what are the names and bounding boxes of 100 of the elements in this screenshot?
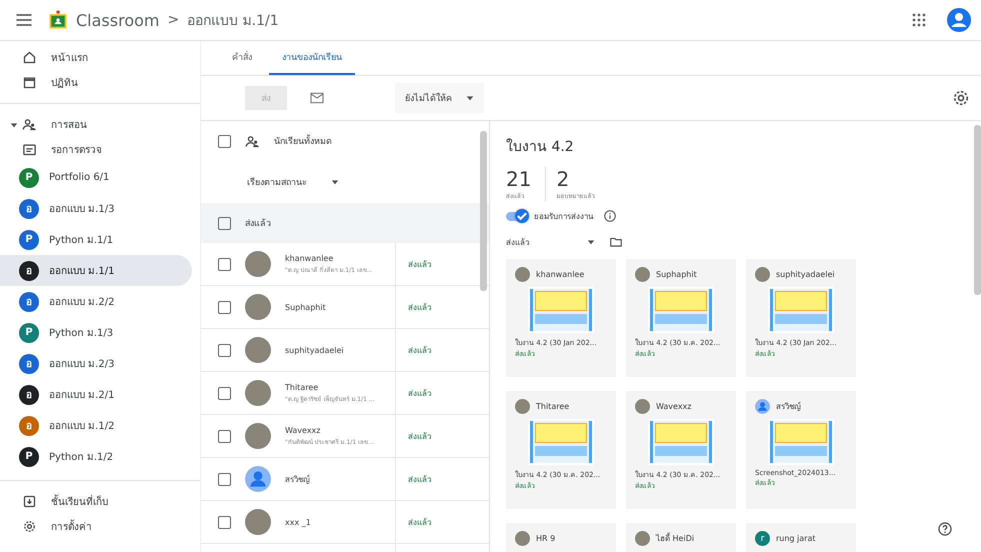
profile-avatar-icon[interactable] <box>947 8 971 32</box>
letter-avatar: r <box>755 531 770 546</box>
info-icon[interactable] <box>603 209 617 223</box>
avatar-photo-placeholder <box>245 294 271 320</box>
student-name: Thitaree <box>536 402 570 411</box>
class-avatar: อ <box>19 260 39 280</box>
grade-dropdown[interactable]: ยังไม่ได้ให้ค <box>395 83 484 113</box>
status-label: ส่งแล้ว <box>408 474 431 486</box>
worksheet-thumbnail <box>768 287 834 333</box>
status-label: ส่งแล้ว <box>408 344 431 356</box>
sidebar-item[interactable]: ปฏิทิน <box>0 70 192 95</box>
student-name: rung jarat <box>776 534 816 543</box>
class-item[interactable]: P Python ม.1/1 <box>0 224 192 255</box>
student-name[interactable]: suphityadaelei <box>285 346 344 354</box>
avatar-photo-placeholder <box>245 380 271 406</box>
checkbox[interactable] <box>218 258 231 270</box>
avatar-photo-placeholder <box>635 531 650 546</box>
avatar-photo-placeholder <box>515 399 530 414</box>
checkbox[interactable] <box>218 134 231 148</box>
class-avatar: อ <box>19 384 39 404</box>
checkbox[interactable] <box>218 300 231 314</box>
sidebar-item[interactable]: ชั้นเรียนที่เก็บ <box>0 489 192 514</box>
worksheet-thumbnail <box>528 419 594 465</box>
avatar-icon <box>245 466 271 492</box>
submission-card[interactable]: ไฮดี้ HeiDi <box>626 523 736 552</box>
worksheet-thumbnail <box>528 287 594 333</box>
avatar-photo-placeholder <box>515 531 530 546</box>
checkbox[interactable] <box>218 516 231 528</box>
student-name[interactable]: xxx _1 <box>285 518 311 526</box>
submission-card[interactable]: r rung jarat <box>746 523 856 552</box>
class-item[interactable]: อ ออกแบบ ม.2/2 <box>0 286 192 317</box>
class-item[interactable]: P Portfolio 6/1 <box>0 162 192 193</box>
checkbox[interactable] <box>218 472 231 486</box>
stat-value: 2 <box>556 167 570 191</box>
student-name[interactable]: Wavexxz <box>285 426 374 434</box>
class-item[interactable]: อ ออกแบบ ม.2/1 <box>0 379 192 410</box>
avatar-photo-placeholder <box>635 267 650 282</box>
stat-value: 21 <box>506 167 532 191</box>
app-name[interactable]: Classroom <box>76 10 160 30</box>
teaching-section[interactable]: การสอน <box>0 112 192 137</box>
class-item[interactable]: อ ออกแบบ ม.1/1 <box>0 255 192 286</box>
class-avatar: P <box>19 446 39 466</box>
avatar-photo-placeholder <box>515 267 530 282</box>
class-item[interactable]: อ ออกแบบ ม.2/3 <box>0 348 192 379</box>
archive-icon <box>22 494 37 509</box>
worksheet-thumbnail <box>648 287 714 333</box>
student-name: Suphaphit <box>656 270 697 279</box>
student-name: ไฮดี้ HeiDi <box>656 532 694 545</box>
status-label: ส่งแล้ว <box>408 302 431 314</box>
class-avatar: P <box>19 322 39 342</box>
avatar-photo-placeholder <box>245 337 271 363</box>
scrollbar[interactable] <box>974 125 981 295</box>
avatar-photo-placeholder <box>245 509 271 535</box>
status-label: ส่งแล้ว <box>408 430 431 442</box>
student-name[interactable]: Suphaphit <box>285 302 326 312</box>
sidebar-item[interactable]: รอการตรวจ <box>0 137 192 162</box>
checkbox[interactable] <box>218 344 231 356</box>
sidebar-item[interactable]: การตั้งค่า <box>0 514 192 539</box>
sidebar-item[interactable]: หน้าแรก <box>0 45 192 70</box>
student-name: suphityadaelei <box>776 270 835 279</box>
status-label: ส่งแล้ว <box>408 388 431 400</box>
all-students-label: นักเรียนทั้งหมด <box>274 134 332 148</box>
class-name[interactable]: ออกแบบ ม.1/1 <box>187 9 279 31</box>
calendar-icon <box>22 75 37 90</box>
people-icon <box>22 117 37 132</box>
filter-dropdown[interactable]: ส่งแล้ว <box>506 236 595 248</box>
people-icon <box>245 134 260 148</box>
submission-card[interactable]: HR 9 <box>506 523 616 552</box>
tab[interactable]: งานของนักเรียน <box>269 41 355 75</box>
help-icon[interactable] <box>937 521 953 537</box>
class-item[interactable]: P Python ม.1/2 <box>0 441 192 472</box>
status-label: ส่งแล้ว <box>408 258 431 270</box>
status-label: ส่งแล้ว <box>408 516 431 528</box>
dropdown-arrow-icon <box>331 178 339 186</box>
class-item[interactable]: อ ออกแบบ ม.1/3 <box>0 193 192 224</box>
checkbox[interactable] <box>218 430 231 442</box>
class-item[interactable]: P Python ม.1/3 <box>0 317 192 348</box>
student-name[interactable]: สรวิชญ์ <box>285 472 310 486</box>
email-icon[interactable] <box>309 90 325 106</box>
class-item[interactable]: อ ออกแบบ ม.1/2 <box>0 410 192 441</box>
student-name: Wavexxz <box>656 402 692 411</box>
sort-dropdown[interactable]: เรียงตามสถานะ <box>247 175 339 189</box>
student-name: สรวิชญ์ <box>776 400 801 413</box>
assignment-title: ใบงาน 4.2 <box>506 138 575 157</box>
toggle-switch[interactable] <box>506 212 528 220</box>
scrollbar[interactable] <box>480 131 487 291</box>
class-avatar: P <box>19 230 39 250</box>
checkbox[interactable] <box>218 216 231 230</box>
settings-icon[interactable] <box>951 88 971 108</box>
tab[interactable]: คำสั่ง <box>219 41 265 75</box>
caret-icon[interactable] <box>10 120 18 128</box>
avatar-photo-placeholder <box>635 399 650 414</box>
settings-icon <box>22 519 37 534</box>
classroom-logo-icon <box>48 9 68 31</box>
class-avatar: อ <box>19 416 39 436</box>
student-name[interactable]: Thitaree <box>285 382 375 392</box>
checkbox[interactable] <box>218 386 231 400</box>
student-name[interactable]: khanwanlee <box>285 254 373 262</box>
folder-icon[interactable] <box>609 235 623 249</box>
worksheet-thumbnail <box>648 419 714 465</box>
